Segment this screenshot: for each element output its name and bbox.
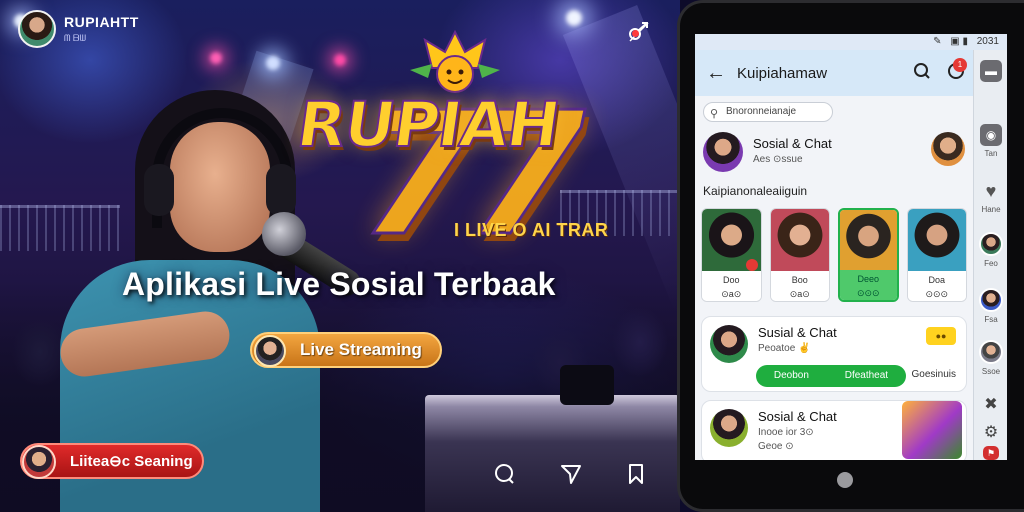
home-button[interactable] (837, 472, 853, 488)
stream-caption: Deeo ⊙⊙⊙ (840, 270, 897, 300)
app-bar: ← Kuipiahamaw 1 (695, 50, 973, 96)
avatar (979, 288, 1003, 312)
stream-caption: Doa ⊙⊙⊙ (907, 271, 967, 301)
list-item-title: Sosial & Chat (753, 136, 832, 151)
sidebar-item-user2[interactable]: Fsa (974, 288, 1007, 324)
avatar[interactable] (931, 132, 965, 166)
logo-tagline: I LIVE O AI TRAR (454, 220, 609, 240)
chat-card[interactable]: Susial & Chat Peoatoe ✌ ●● Deobon Dfeath… (701, 316, 967, 392)
sidebar-label: Tan (984, 149, 998, 158)
join-button-right: Dfeatheat (844, 370, 889, 381)
stream-thumbnail (770, 209, 829, 271)
phone-screen: ✎ ▣ ▮ 2031 ← Kuipiahamaw 1 ▬ ◉ Tan ♥ Hane … (695, 34, 1007, 460)
sidebar-label: Ssoe (981, 367, 1001, 376)
stream-thumbnail (840, 210, 897, 272)
status-bar: ✎ ▣ ▮ 2031 (695, 34, 1007, 50)
status-time: 2031 (976, 36, 999, 47)
avatar (710, 325, 748, 363)
sidebar-item-settings[interactable]: ⚙ (974, 422, 1007, 444)
sidebar-item-profile[interactable]: ◉ Tan (974, 124, 1007, 158)
search-placeholder: Bnoronneianaje (726, 106, 797, 117)
headphone-cup (144, 164, 174, 216)
stream-caption: Boo ⊙a⊙ (770, 271, 829, 301)
stream-card-active[interactable]: Deeo ⊙⊙⊙ (838, 208, 899, 302)
profile-icon: ◉ (980, 124, 1002, 146)
camera (560, 365, 614, 405)
live-streaming-label: Live Streaming (300, 340, 422, 359)
stream-caption: Doo ⊙a⊙ (702, 271, 761, 301)
avatar (710, 409, 748, 447)
card-sub: Inooe ior 3⊙ (758, 427, 814, 438)
logo-wordmark: RUPIAH (292, 87, 565, 162)
list-item-sub: Aes ⊙ssue (753, 154, 803, 165)
phone-content: ⚲ Bnoronneianaje Sosial & Chat Aes ⊙ssue… (695, 96, 973, 460)
wrench-icon: ✖ (984, 396, 998, 413)
back-arrow-icon[interactable]: ← (695, 62, 737, 85)
streamer-profile[interactable]: RUPIAHTT ᗰ ᗷᗯ (18, 10, 139, 48)
rupiah77-logo: 77 RUPIAH I LIVE O AI TRAR (290, 30, 670, 276)
send-icon[interactable] (557, 462, 585, 490)
list-item[interactable]: Sosial & Chat Aes ⊙ssue (703, 132, 965, 172)
join-button-left: Deobon (773, 370, 809, 381)
stream-card[interactable]: Boo ⊙a⊙ (769, 208, 830, 302)
sidebar-item-user1[interactable]: Feo (974, 232, 1007, 268)
sidebar-item-user3[interactable]: Ssoe (974, 340, 1007, 376)
stream-list: Doo ⊙a⊙ Boo ⊙a⊙ Deeo ⊙⊙⊙ Doa ⊙⊙⊙ (701, 208, 968, 304)
card-title: Sosial & Chat (758, 409, 837, 424)
live-dot (745, 259, 758, 271)
avatar (979, 340, 1003, 364)
search-input[interactable]: ⚲ Bnoronneianaje (703, 102, 833, 122)
flag-icon: ⚑ (983, 446, 999, 460)
scan-button[interactable]: Liitea⊖c Seaning (20, 443, 204, 479)
stage-table (425, 395, 680, 512)
sidebar-label: Hane (981, 205, 1001, 214)
stream-card[interactable]: Doo ⊙a⊙ (701, 208, 762, 302)
status-badge: ●● (926, 327, 956, 345)
avatar (703, 132, 743, 172)
sidebar-label: Feo (984, 259, 998, 268)
search-icon: ⚲ (710, 108, 719, 120)
sidebar-item-card[interactable]: ▬ (974, 60, 1007, 82)
bookmark-icon[interactable] (622, 462, 650, 490)
stream-thumbnail[interactable] (902, 401, 962, 459)
scan-label: Liitea⊖c Seaning (70, 453, 193, 470)
card-link[interactable]: Goesinuis (912, 369, 956, 380)
section-label: Kaipianonaleaiiguin (703, 184, 808, 198)
avatar (979, 232, 1003, 256)
stage-light (566, 10, 582, 26)
chat-card[interactable]: Sosial & Chat Inooe ior 3⊙ Geoe ⊙ (701, 400, 967, 460)
stream-card[interactable]: Doa ⊙⊙⊙ (906, 208, 968, 302)
status-edit: ✎ (933, 36, 942, 47)
comment-icon[interactable] (490, 462, 518, 490)
card-sub: Peoatoe ✌ (758, 343, 811, 354)
avatar (254, 335, 286, 367)
settings-icon: ⚙ (983, 424, 999, 441)
notification-badge: 1 (953, 57, 967, 72)
avatar[interactable] (18, 10, 56, 48)
sidebar-item-heart[interactable]: ♥ Hane (974, 180, 1007, 214)
stage-light (210, 52, 222, 64)
search-icon[interactable] (905, 62, 939, 85)
card-tag: Geoe ⊙ (758, 441, 794, 452)
card-title: Susial & Chat (758, 325, 837, 340)
headline: Aplikasi Live Sosial Terbaak (122, 266, 556, 302)
stream-thumbnail (907, 209, 967, 271)
join-button[interactable]: Deobon Dfeatheat (756, 365, 906, 387)
sidebar-label: Fsa (984, 315, 998, 324)
card-icon: ▬ (980, 60, 1002, 82)
heart-icon: ♥ (985, 181, 997, 201)
app-title: Kuipiahamaw (737, 64, 828, 82)
sidebar-item-tools[interactable]: ✖ (974, 394, 1007, 416)
notification-icon[interactable]: 1 (939, 57, 973, 85)
profile-name: RUPIAHTT (64, 14, 139, 30)
avatar (22, 445, 56, 479)
profile-sub: ᗰ ᗷᗯ (64, 33, 86, 43)
sidebar-item-flag[interactable]: ⚑ (974, 446, 1007, 460)
status-icons: ▣ ▮ (950, 36, 968, 47)
phone-sidebar: ▬ ◉ Tan ♥ Hane Feo Fsa Ssoe ✖ ⚙ ⚑ (973, 50, 1007, 460)
live-streaming-button[interactable]: Live Streaming (250, 332, 442, 368)
